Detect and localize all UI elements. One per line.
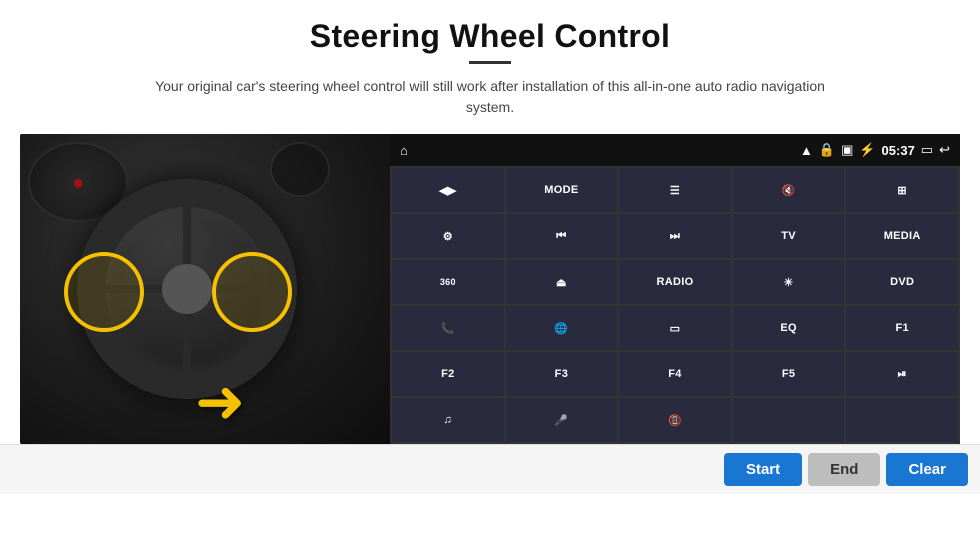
start-button[interactable]: Start xyxy=(724,453,802,486)
grid-btn-F4[interactable]: F4 xyxy=(619,352,731,396)
grid-btn-call-end[interactable]: 📵 xyxy=(619,398,731,442)
button-grid: ◀▶MODE☰🔇⊞⚙⏮⏭TVMEDIA360⏏RADIO☀DVD📞🌐▭EQF1F… xyxy=(390,166,960,444)
grid-btn-brightness[interactable]: ☀ xyxy=(733,260,845,304)
steering-wheel-image: ● ➜ xyxy=(20,134,390,444)
grid-btn-[interactable] xyxy=(733,398,845,442)
android-panel: ⌂ ▲ 🔒 ▣ ⚡ 05:37 ▭ ↩ ◀▶MODE☰🔇⊞ ⚙⏮⏭TVMEDIA 3… xyxy=(390,134,960,444)
grid-btn-360-cam[interactable]: 360 xyxy=(392,260,504,304)
home-icon[interactable]: ⌂ xyxy=(400,143,408,158)
lock-icon: 🔒 xyxy=(819,142,835,158)
grid-btn-eject[interactable]: ⏏ xyxy=(506,260,618,304)
grid-btn-[interactable] xyxy=(846,398,958,442)
sd-icon: ▣ xyxy=(841,142,853,158)
grid-btn-next-track[interactable]: ⏭ xyxy=(619,214,731,258)
end-button[interactable]: End xyxy=(808,453,880,486)
title-divider xyxy=(469,61,511,64)
wifi-icon: ▲ xyxy=(800,143,813,158)
highlight-right xyxy=(212,252,292,332)
grid-btn-F2[interactable]: F2 xyxy=(392,352,504,396)
highlight-left xyxy=(64,252,144,332)
grid-btn-F5[interactable]: F5 xyxy=(733,352,845,396)
grid-btn-MODE[interactable]: MODE xyxy=(506,168,618,212)
grid-btn-apps[interactable]: ⊞ xyxy=(846,168,958,212)
grid-btn-play-pause[interactable]: ⏯ xyxy=(846,352,958,396)
status-right: ▲ 🔒 ▣ ⚡ 05:37 ▭ ↩ xyxy=(800,142,950,158)
status-time: 05:37 xyxy=(882,143,915,158)
grid-btn-EQ[interactable]: EQ xyxy=(733,306,845,350)
grid-btn-DVD[interactable]: DVD xyxy=(846,260,958,304)
status-left: ⌂ xyxy=(400,143,408,158)
grid-btn-phone[interactable]: 📞 xyxy=(392,306,504,350)
grid-btn-TV[interactable]: TV xyxy=(733,214,845,258)
grid-btn-music[interactable]: ♫ xyxy=(392,398,504,442)
page-subtitle: Your original car's steering wheel contr… xyxy=(140,76,840,118)
grid-btn-RADIO[interactable]: RADIO xyxy=(619,260,731,304)
bt-icon: ⚡ xyxy=(859,142,875,158)
grid-btn-mute[interactable]: 🔇 xyxy=(733,168,845,212)
grid-btn-window[interactable]: ▭ xyxy=(619,306,731,350)
back-icon: ↩ xyxy=(939,142,950,158)
grid-btn-navigate[interactable]: ◀▶ xyxy=(392,168,504,212)
action-bar: Start End Clear xyxy=(0,444,980,494)
page-title: Steering Wheel Control xyxy=(310,18,670,55)
grid-btn-settings-gear[interactable]: ⚙ xyxy=(392,214,504,258)
grid-btn-MEDIA[interactable]: MEDIA xyxy=(846,214,958,258)
grid-btn-globe[interactable]: 🌐 xyxy=(506,306,618,350)
arrow-icon: ➜ xyxy=(195,372,245,432)
grid-btn-prev-track[interactable]: ⏮ xyxy=(506,214,618,258)
grid-btn-mic[interactable]: 🎤 xyxy=(506,398,618,442)
content-row: ● ➜ ⌂ xyxy=(20,134,960,444)
clear-button[interactable]: Clear xyxy=(886,453,968,486)
grid-btn-F3[interactable]: F3 xyxy=(506,352,618,396)
page-container: Steering Wheel Control Your original car… xyxy=(0,0,980,544)
grid-btn-list[interactable]: ☰ xyxy=(619,168,731,212)
screen-icon: ▭ xyxy=(921,142,933,158)
grid-btn-F1[interactable]: F1 xyxy=(846,306,958,350)
status-bar: ⌂ ▲ 🔒 ▣ ⚡ 05:37 ▭ ↩ xyxy=(390,134,960,166)
